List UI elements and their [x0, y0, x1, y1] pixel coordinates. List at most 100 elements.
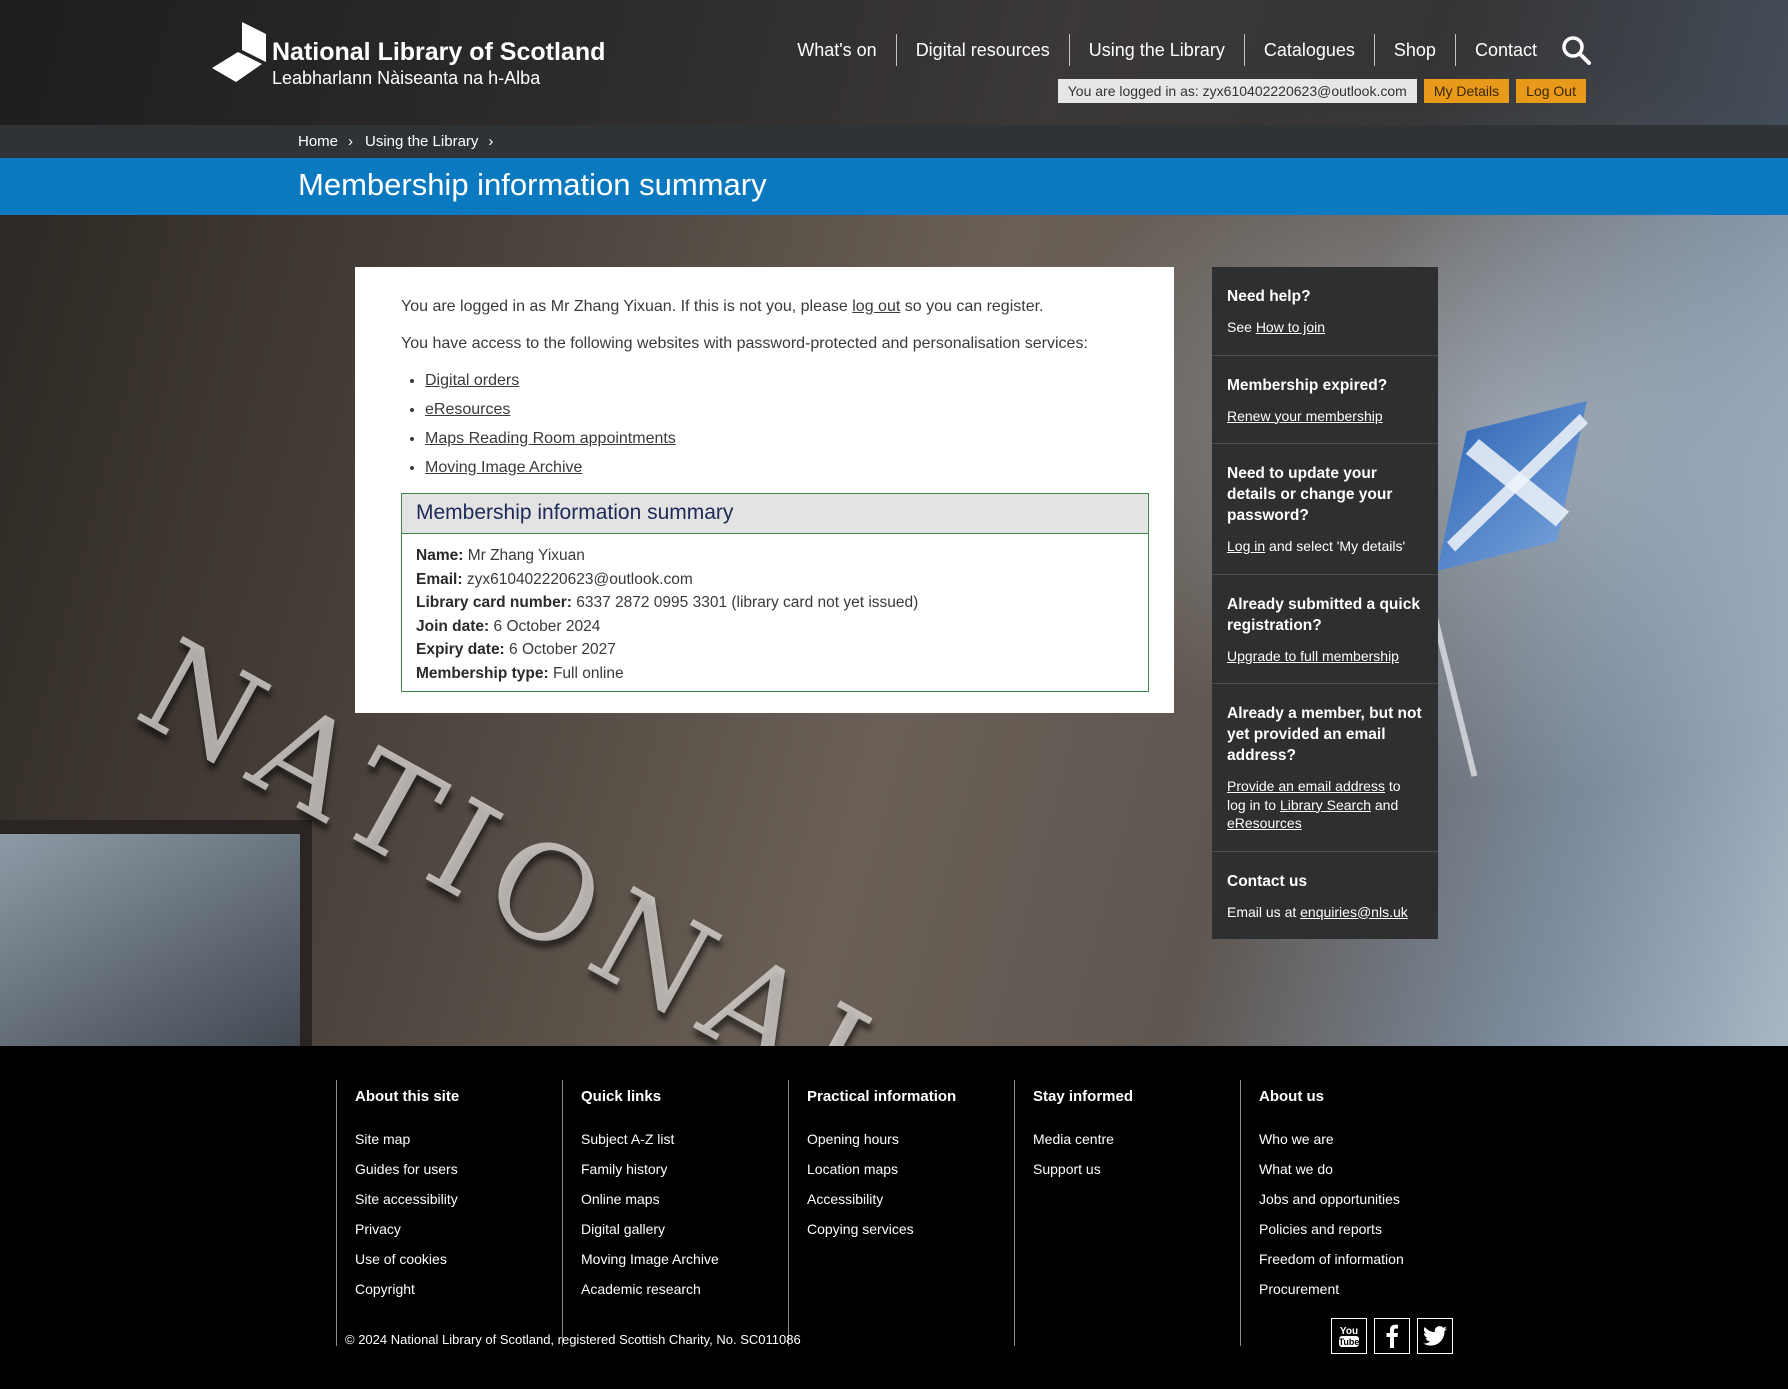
footer-column-about-site: About this site Site map Guides for user… [336, 1080, 459, 1346]
nav-catalogues[interactable]: Catalogues [1243, 34, 1374, 66]
nav-shop[interactable]: Shop [1373, 34, 1455, 66]
footer-link[interactable]: What we do [1259, 1154, 1404, 1184]
youtube-icon[interactable]: You Tube [1331, 1318, 1367, 1354]
nav-whats-on[interactable]: What's on [778, 34, 895, 66]
site-header: National Library of Scotland Leabharlann… [0, 0, 1788, 125]
sidebar-heading: Already submitted a quick registration? [1227, 595, 1420, 634]
sidebar-heading: Already a member, but not yet provided a… [1227, 705, 1422, 764]
breadcrumb-using-the-library[interactable]: Using the Library [365, 125, 478, 158]
summary-label: Email: [416, 570, 463, 588]
sidebar-membership-expired: Membership expired? Renew your membershi… [1212, 356, 1438, 444]
site-footer: About this site Site map Guides for user… [0, 1046, 1788, 1389]
my-details-button[interactable]: My Details [1423, 79, 1510, 103]
nav-digital-resources[interactable]: Digital resources [895, 34, 1069, 66]
footer-heading: Quick links [581, 1088, 662, 1105]
sidebar-update-details: Need to update your details or change yo… [1212, 444, 1438, 575]
log-in-link[interactable]: Log in [1227, 538, 1265, 554]
sidebar-quick-registration: Already submitted a quick registration? … [1212, 575, 1438, 684]
footer-link[interactable]: Online maps [581, 1184, 719, 1214]
footer-link[interactable]: Site accessibility [355, 1184, 459, 1214]
moving-image-archive-link[interactable]: Moving Image Archive [425, 459, 582, 476]
enquiries-email-link[interactable]: enquiries@nls.uk [1300, 904, 1408, 920]
maps-reading-room-link[interactable]: Maps Reading Room appointments [425, 430, 676, 447]
facebook-icon[interactable] [1374, 1318, 1410, 1354]
eresources-link[interactable]: eResources [425, 401, 510, 418]
twitter-icon[interactable] [1417, 1318, 1453, 1354]
log-out-link[interactable]: log out [852, 298, 900, 315]
breadcrumb-chevron-icon: › [348, 133, 354, 150]
footer-link[interactable]: Opening hours [807, 1124, 956, 1154]
footer-link[interactable]: Site map [355, 1124, 459, 1154]
upgrade-membership-link[interactable]: Upgrade to full membership [1227, 648, 1399, 664]
intro-text-end: so you can register. [900, 298, 1044, 315]
summary-label: Membership type: [416, 664, 549, 682]
nav-contact[interactable]: Contact [1454, 34, 1556, 66]
summary-value: 6 October 2027 [509, 641, 616, 658]
nav-using-the-library[interactable]: Using the Library [1068, 34, 1244, 66]
how-to-join-link[interactable]: How to join [1256, 319, 1325, 335]
sidebar-text-start: Email us at [1227, 903, 1301, 920]
sidebar-heading: Need help? [1227, 288, 1311, 305]
footer-link[interactable]: Moving Image Archive [581, 1244, 719, 1274]
site-logo[interactable]: National Library of Scotland Leabharlann… [212, 22, 632, 92]
footer-link[interactable]: Copying services [807, 1214, 956, 1244]
footer-link[interactable]: Academic research [581, 1274, 719, 1304]
footer-link[interactable]: Who we are [1259, 1124, 1404, 1154]
footer-link[interactable]: Media centre [1033, 1124, 1133, 1154]
list-item: Moving Image Archive [425, 458, 676, 487]
summary-value: 6337 2872 0995 3301 (library card not ye… [576, 594, 919, 611]
eresources-sidebar-link[interactable]: eResources [1227, 815, 1302, 831]
footer-link[interactable]: Accessibility [807, 1184, 956, 1214]
library-search-link[interactable]: Library Search [1280, 797, 1371, 813]
summary-row-card-number: Library card number: 6337 2872 0995 3301… [416, 591, 1134, 615]
account-bar: You are logged in as: zyx610402220623@ou… [1057, 79, 1586, 103]
footer-link[interactable]: Location maps [807, 1154, 956, 1184]
search-icon[interactable] [1560, 34, 1592, 66]
logo-title: National Library of Scotland [272, 38, 606, 66]
main-navigation: What's on Digital resources Using the Li… [778, 34, 1592, 66]
footer-link[interactable]: Copyright [355, 1274, 459, 1304]
saltire-flag [1437, 401, 1587, 571]
footer-link[interactable]: Digital gallery [581, 1214, 719, 1244]
help-sidebar: Need help? See How to join Membership ex… [1212, 267, 1438, 939]
footer-link[interactable]: Policies and reports [1259, 1214, 1404, 1244]
svg-text:Tube: Tube [1339, 1337, 1360, 1347]
footer-link[interactable]: Use of cookies [355, 1244, 459, 1274]
login-intro-text: You are logged in as Mr Zhang Yixuan. If… [401, 298, 1043, 316]
renew-membership-link[interactable]: Renew your membership [1227, 408, 1383, 424]
logo-subtitle: Leabharlann Nàiseanta na h-Alba [272, 68, 541, 88]
footer-link[interactable]: Procurement [1259, 1274, 1404, 1304]
sidebar-text: Renew your membership [1227, 407, 1423, 426]
provide-email-link[interactable]: Provide an email address [1227, 778, 1385, 794]
footer-link[interactable]: Subject A-Z list [581, 1124, 719, 1154]
breadcrumb-home[interactable]: Home [298, 125, 338, 158]
sidebar-provide-email: Already a member, but not yet provided a… [1212, 684, 1438, 852]
summary-label: Expiry date: [416, 641, 505, 658]
footer-link[interactable]: Support us [1033, 1154, 1133, 1184]
footer-heading: About this site [355, 1088, 460, 1105]
footer-link[interactable]: Privacy [355, 1214, 459, 1244]
sidebar-text: Email us at enquiries@nls.uk [1227, 903, 1423, 922]
membership-summary-panel: Membership information summary Name: Mr … [401, 493, 1149, 692]
log-out-button[interactable]: Log Out [1516, 79, 1586, 103]
digital-orders-link[interactable]: Digital orders [425, 372, 519, 389]
page-title-bar: Membership information summary [0, 158, 1788, 215]
content-card: You are logged in as Mr Zhang Yixuan. If… [355, 267, 1174, 713]
summary-heading: Membership information summary [416, 501, 734, 524]
summary-row-membership-type: Membership type: Full online [416, 662, 1134, 686]
summary-value: Mr Zhang Yixuan [467, 547, 585, 564]
page-title: Membership information summary [298, 167, 767, 202]
footer-link[interactable]: Guides for users [355, 1154, 459, 1184]
copyright-notice: © 2024 National Library of Scotland, reg… [345, 1332, 801, 1347]
footer-link[interactable]: Freedom of information [1259, 1244, 1404, 1274]
sidebar-need-help: Need help? See How to join [1212, 267, 1438, 356]
sidebar-text-start: See [1227, 319, 1256, 335]
sidebar-text: Provide an email address to log in to Li… [1227, 777, 1423, 833]
footer-link[interactable]: Family history [581, 1154, 719, 1184]
list-item: eResources [425, 400, 676, 429]
summary-label: Library card number: [416, 594, 572, 611]
footer-link[interactable]: Jobs and opportunities [1259, 1184, 1404, 1214]
list-item: Digital orders [425, 371, 676, 400]
footer-column-practical-info: Practical information Opening hours Loca… [788, 1080, 956, 1346]
sidebar-heading: Need to update your details or change yo… [1227, 465, 1393, 524]
